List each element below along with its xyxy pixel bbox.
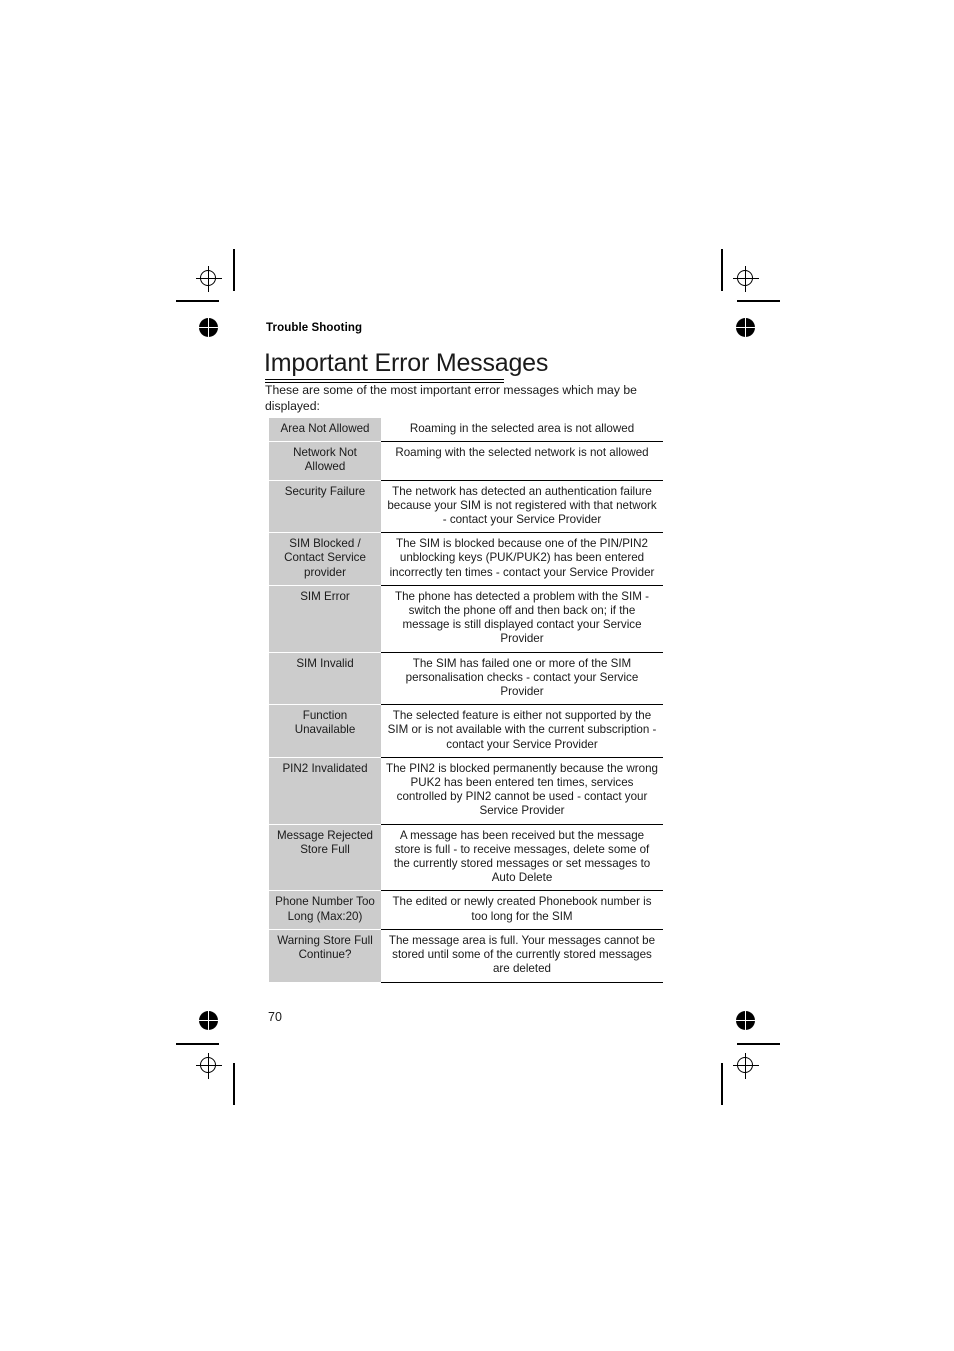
error-name-cell: Area Not Allowed: [269, 418, 381, 443]
error-name-cell: PIN2 Invalidated: [269, 757, 381, 825]
table-row: Function Unavailable The selected featur…: [269, 704, 663, 758]
error-description-cell: The message area is full. Your messages …: [381, 929, 663, 983]
page-number: 70: [268, 1010, 282, 1024]
registration-crosshair-icon: [733, 1053, 759, 1079]
crop-mark-vertical-bottom-right: [721, 1063, 723, 1105]
table-row: Security Failure The network has detecte…: [269, 480, 663, 534]
error-description-cell: The edited or newly created Phonebook nu…: [381, 890, 663, 930]
registration-pie-icon: [736, 318, 755, 337]
printed-page: Trouble Shooting Important Error Message…: [0, 0, 954, 1351]
error-messages-table-body: Area Not Allowed Roaming in the selected…: [269, 418, 663, 983]
error-description-cell: Roaming in the selected area is not allo…: [381, 418, 663, 443]
table-row: SIM Invalid The SIM has failed one or mo…: [269, 652, 663, 706]
table-row: Warning Store Full Continue? The message…: [269, 929, 663, 983]
table-row: PIN2 Invalidated The PIN2 is blocked per…: [269, 757, 663, 825]
running-head: Trouble Shooting: [266, 322, 363, 334]
error-name-cell: SIM Invalid: [269, 652, 381, 706]
registration-pie-icon: [199, 1011, 218, 1030]
registration-pie-icon: [736, 1011, 755, 1030]
crop-mark-vertical-top-left: [233, 249, 235, 291]
crop-mark-vertical-top-right: [721, 249, 723, 291]
error-messages-table: Area Not Allowed Roaming in the selected…: [269, 418, 663, 983]
error-description-cell: The PIN2 is blocked permanently because …: [381, 757, 663, 825]
error-name-cell: Network Not Allowed: [269, 441, 381, 481]
error-name-cell: Warning Store Full Continue?: [269, 929, 381, 983]
crop-mark-horizontal-top-left: [176, 300, 219, 302]
error-description-cell: The SIM has failed one or more of the SI…: [381, 652, 663, 706]
crop-mark-horizontal-bottom-left: [176, 1043, 219, 1045]
registration-crosshair-icon: [196, 266, 222, 292]
error-description-cell: The network has detected an authenticati…: [381, 480, 663, 534]
intro-paragraph: These are some of the most important err…: [265, 383, 637, 413]
error-name-cell: Security Failure: [269, 480, 381, 534]
error-name-cell: Function Unavailable: [269, 704, 381, 758]
error-name-cell: SIM Blocked / Contact Service provider: [269, 532, 381, 586]
title-underline-upper: [265, 379, 504, 381]
crop-mark-horizontal-bottom-right: [737, 1043, 780, 1045]
table-row: Network Not Allowed Roaming with the sel…: [269, 441, 663, 481]
table-row: Phone Number Too Long (Max:20) The edite…: [269, 890, 663, 930]
table-row: Message Rejected Store Full A message ha…: [269, 824, 663, 892]
error-description-cell: The SIM is blocked because one of the PI…: [381, 532, 663, 586]
registration-crosshair-icon: [196, 1053, 222, 1079]
error-name-cell: Message Rejected Store Full: [269, 824, 381, 892]
crop-mark-vertical-bottom-left: [233, 1063, 235, 1105]
registration-crosshair-icon: [733, 266, 759, 292]
error-description-cell: A message has been received but the mess…: [381, 824, 663, 892]
crop-mark-horizontal-top-right: [737, 300, 780, 302]
table-row: SIM Error The phone has detected a probl…: [269, 585, 663, 653]
page-title: Important Error Messages: [264, 349, 549, 377]
registration-pie-icon: [199, 318, 218, 337]
error-name-cell: Phone Number Too Long (Max:20): [269, 890, 381, 930]
error-description-cell: The selected feature is either not suppo…: [381, 704, 663, 758]
table-row: Area Not Allowed Roaming in the selected…: [269, 418, 663, 443]
error-name-cell: SIM Error: [269, 585, 381, 653]
error-description-cell: Roaming with the selected network is not…: [381, 441, 663, 481]
table-row: SIM Blocked / Contact Service provider T…: [269, 532, 663, 586]
error-description-cell: The phone has detected a problem with th…: [381, 585, 663, 653]
